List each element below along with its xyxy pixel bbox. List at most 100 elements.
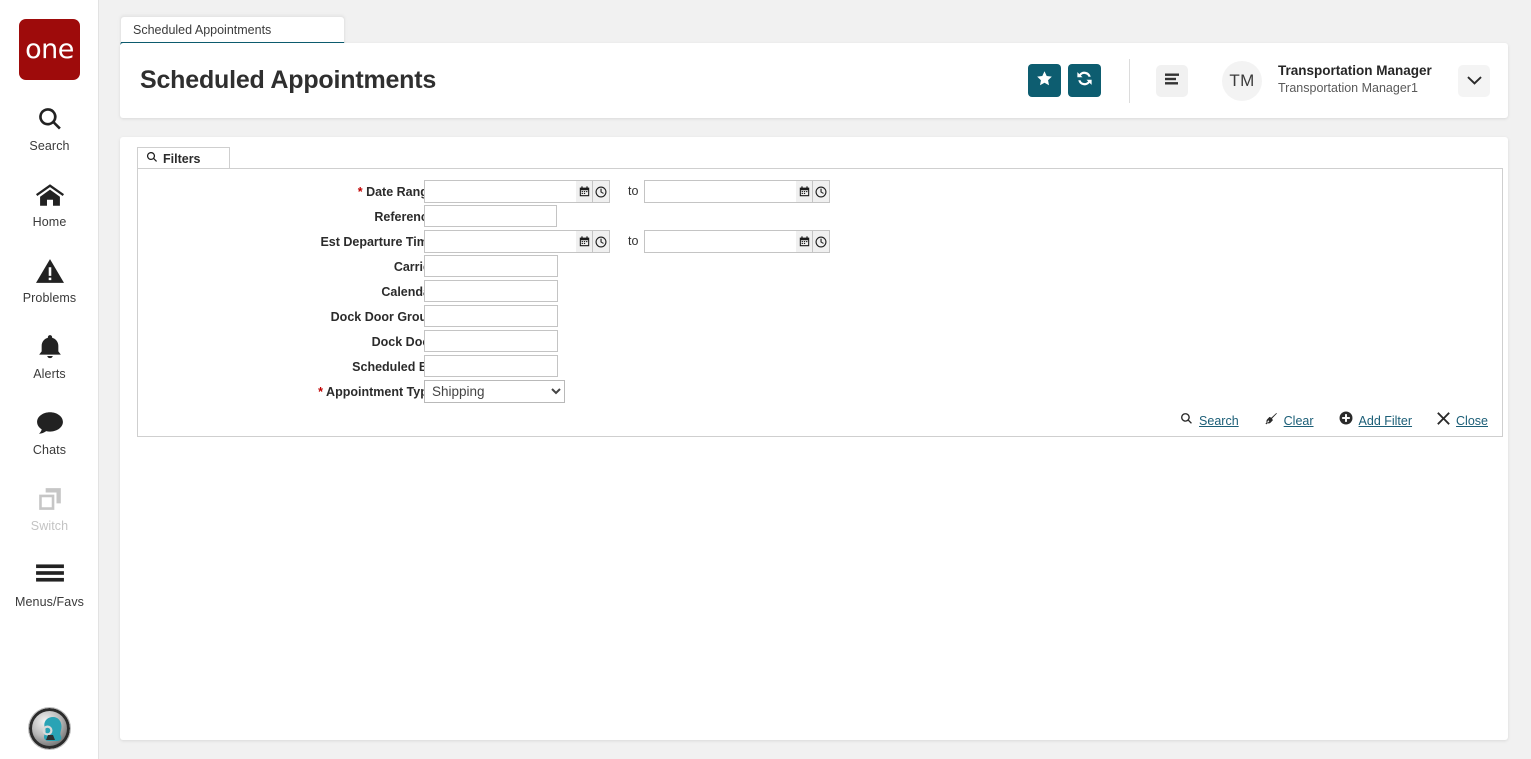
- tab-bar: Scheduled Appointments: [120, 16, 345, 45]
- field-label: Scheduled By:: [209, 355, 439, 380]
- est-departure-from-input[interactable]: [424, 230, 576, 253]
- sidebar-item-chats[interactable]: Chats: [0, 410, 99, 457]
- date-range-from-input[interactable]: [424, 180, 576, 203]
- clock-icon[interactable]: [593, 180, 610, 203]
- field-label: Calendar:: [209, 280, 439, 305]
- clock-icon[interactable]: [813, 230, 830, 253]
- user-username: Transportation Manager1: [1278, 81, 1478, 95]
- sidebar-item-menus-favs[interactable]: Menus/Favs: [0, 562, 99, 609]
- menu-toggle-button[interactable]: [1156, 65, 1188, 97]
- calendar-input[interactable]: [424, 280, 558, 302]
- sidebar-item-label: Switch: [0, 519, 99, 533]
- refresh-button[interactable]: [1068, 64, 1101, 97]
- clock-icon[interactable]: [593, 230, 610, 253]
- sidebar-item-home[interactable]: Home: [0, 182, 99, 229]
- search-icon: [0, 106, 99, 136]
- calendar-icon[interactable]: [576, 180, 593, 203]
- field-row-est-departure-time: Est Departure Time:: [138, 230, 439, 255]
- search-icon: [1180, 412, 1193, 430]
- sidebar: one Search Home Problems Alerts Chats: [0, 0, 99, 759]
- sidebar-item-label: Problems: [0, 291, 99, 305]
- assistant-avatar-icon[interactable]: [29, 708, 70, 749]
- page-body: Filters * Date Range: to: [120, 137, 1508, 740]
- sidebar-item-label: Alerts: [0, 367, 99, 381]
- est-departure-to-group: [625, 230, 830, 253]
- broom-icon: [1264, 412, 1278, 430]
- sidebar-item-problems[interactable]: Problems: [0, 258, 99, 305]
- field-row-dock-door-group: Dock Door Group:: [138, 305, 439, 330]
- sidebar-item-alerts[interactable]: Alerts: [0, 334, 99, 381]
- appointment-type-select[interactable]: Shipping Receiving: [424, 380, 565, 403]
- clear-action[interactable]: Clear: [1264, 412, 1314, 430]
- page-title: Scheduled Appointments: [140, 43, 436, 118]
- field-row-reference: Reference:: [138, 205, 439, 230]
- page-header: Scheduled Appointments TM Transportation…: [120, 43, 1508, 118]
- close-x-icon: [1437, 412, 1450, 430]
- field-label: Est Departure Time:: [209, 230, 439, 255]
- field-row-appointment-type: * Appointment Type:: [138, 380, 439, 405]
- est-departure-to-input[interactable]: [644, 230, 796, 253]
- switch-icon: [0, 486, 99, 516]
- sidebar-item-search[interactable]: Search: [0, 106, 99, 153]
- favorite-button[interactable]: [1028, 64, 1061, 97]
- field-row-dock-door: Dock Door:: [138, 330, 439, 355]
- dock-door-group-input[interactable]: [424, 305, 558, 327]
- tab-filters[interactable]: Filters: [137, 147, 230, 169]
- carrier-input[interactable]: [424, 255, 558, 277]
- field-row-date-range: * Date Range:: [138, 180, 439, 205]
- sidebar-item-switch[interactable]: Switch: [0, 486, 99, 533]
- field-label: Reference:: [209, 205, 439, 230]
- sidebar-item-label: Chats: [0, 443, 99, 457]
- date-range-to-input[interactable]: [644, 180, 796, 203]
- calendar-icon[interactable]: [796, 180, 813, 203]
- hamburger-icon: [0, 562, 99, 592]
- add-filter-action-label: Add Filter: [1359, 414, 1413, 428]
- clear-action-label: Clear: [1284, 414, 1314, 428]
- field-label: * Date Range:: [209, 180, 439, 205]
- user-info: Transportation Manager Transportation Ma…: [1278, 63, 1478, 95]
- search-action[interactable]: Search: [1180, 412, 1239, 430]
- chat-icon: [0, 410, 99, 440]
- reference-input[interactable]: [424, 205, 557, 227]
- search-icon: [146, 151, 158, 166]
- tab-scheduled-appointments[interactable]: Scheduled Appointments: [120, 16, 345, 45]
- field-label: Dock Door Group:: [209, 305, 439, 330]
- field-label: Carrier:: [209, 255, 439, 280]
- required-indicator: *: [358, 185, 363, 199]
- field-row-carrier: Carrier:: [138, 255, 439, 280]
- warning-icon: [0, 258, 99, 288]
- field-row-calendar: Calendar:: [138, 280, 439, 305]
- sidebar-item-label: Home: [0, 215, 99, 229]
- scheduled-by-input[interactable]: [424, 355, 558, 377]
- chevron-down-icon: [1467, 72, 1482, 90]
- user-menu-button[interactable]: [1458, 65, 1490, 97]
- avatar-initials: TM: [1229, 71, 1254, 91]
- date-range-from-group: [424, 180, 610, 203]
- search-action-label: Search: [1199, 414, 1239, 428]
- close-action[interactable]: Close: [1437, 412, 1488, 430]
- dock-door-input[interactable]: [424, 330, 558, 352]
- refresh-icon: [1076, 70, 1093, 92]
- clock-icon[interactable]: [813, 180, 830, 203]
- header-divider: [1129, 59, 1130, 103]
- bell-icon: [0, 334, 99, 364]
- date-range-to-group: [625, 180, 830, 203]
- calendar-icon[interactable]: [796, 230, 813, 253]
- field-label: * Appointment Type:: [209, 380, 439, 405]
- field-label: Dock Door:: [209, 330, 439, 355]
- sidebar-item-label: Menus/Favs: [0, 595, 99, 609]
- filter-actions: Search Clear Add Filter Close: [1180, 411, 1488, 430]
- star-icon: [1036, 70, 1053, 92]
- tab-filters-label: Filters: [163, 152, 201, 166]
- filters-panel: * Date Range: to Reference:: [137, 168, 1503, 437]
- close-action-label: Close: [1456, 414, 1488, 428]
- home-icon: [0, 182, 99, 212]
- user-name: Transportation Manager: [1278, 63, 1478, 78]
- est-departure-from-group: [424, 230, 610, 253]
- calendar-icon[interactable]: [576, 230, 593, 253]
- add-filter-action[interactable]: Add Filter: [1339, 411, 1413, 430]
- sidebar-item-label: Search: [0, 139, 99, 153]
- app-logo[interactable]: one: [19, 19, 80, 80]
- align-left-icon: [1164, 72, 1180, 91]
- tab-label: Scheduled Appointments: [133, 23, 271, 37]
